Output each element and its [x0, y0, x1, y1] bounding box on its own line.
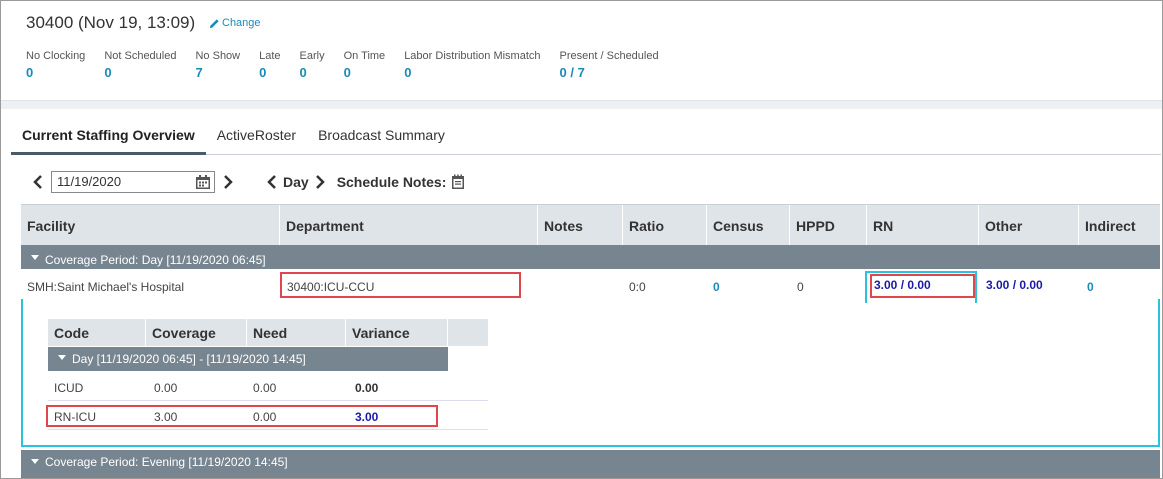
date-input[interactable]: 11/19/2020: [51, 171, 215, 193]
col-facility[interactable]: Facility: [21, 205, 280, 245]
collapse-triangle-icon[interactable]: [31, 255, 39, 260]
department-highlight: [280, 272, 521, 298]
page-title: 30400 (Nov 19, 13:09): [26, 13, 196, 32]
stats-bar: No Clocking 0 Not Scheduled 0 No Show 7 …: [26, 50, 678, 80]
rn-icu-highlight: [46, 405, 438, 427]
indirect-cell[interactable]: 0: [1087, 280, 1094, 294]
tab-broadcast-summary[interactable]: Broadcast Summary: [307, 119, 456, 155]
other-cell[interactable]: 3.00 / 0.00: [986, 278, 1043, 292]
col-notes[interactable]: Notes: [538, 205, 623, 245]
rn-highlight: [870, 274, 975, 298]
header: 30400 (Nov 19, 13:09) Change No Clocking…: [1, 1, 1162, 101]
stat-on-time[interactable]: On Time 0: [344, 50, 386, 80]
date-toolbar: 11/19/2020 Day Schedule Notes:: [31, 169, 466, 195]
stat-present-scheduled[interactable]: Present / Scheduled 0 / 7: [560, 50, 659, 80]
coverage-period-evening[interactable]: Coverage Period: Evening [11/19/2020 14:…: [21, 450, 1160, 478]
tab-bar: Current Staffing Overview ActiveRoster B…: [11, 119, 1161, 155]
schedule-notes[interactable]: Schedule Notes:: [337, 174, 467, 190]
col-coverage[interactable]: Coverage: [146, 319, 247, 346]
hppd-cell: 0: [797, 280, 804, 294]
staffing-grid-header: Facility Department Notes Ratio Census H…: [21, 204, 1160, 245]
col-variance[interactable]: Variance: [346, 319, 448, 346]
col-hppd[interactable]: HPPD: [790, 205, 867, 245]
change-label: Change: [222, 17, 261, 29]
period-label: Day: [283, 174, 309, 190]
next-period-button[interactable]: [313, 172, 327, 192]
col-census[interactable]: Census: [707, 205, 790, 245]
prev-period-button[interactable]: [265, 172, 279, 192]
col-other[interactable]: Other: [979, 205, 1079, 245]
col-ratio[interactable]: Ratio: [623, 205, 707, 245]
col-department[interactable]: Department: [280, 205, 538, 245]
detail-period-day[interactable]: Day [11/19/2020 06:45] - [11/19/2020 14:…: [48, 347, 448, 371]
date-value: 11/19/2020: [57, 174, 122, 189]
col-code[interactable]: Code: [48, 319, 146, 346]
coverage-period-day[interactable]: Coverage Period: Day [11/19/2020 06:45]: [21, 245, 1160, 269]
col-blank: [448, 319, 488, 346]
col-need[interactable]: Need: [247, 319, 346, 346]
change-link[interactable]: Change: [209, 17, 261, 29]
section-divider: [1, 101, 1162, 109]
stat-no-show[interactable]: No Show 7: [195, 50, 240, 80]
chevron-left-icon: [33, 175, 42, 189]
next-date-button[interactable]: [221, 172, 235, 192]
col-indirect[interactable]: Indirect: [1079, 205, 1160, 245]
notes-icon[interactable]: [450, 174, 466, 190]
stat-not-scheduled[interactable]: Not Scheduled 0: [104, 50, 176, 80]
tab-current-staffing-overview[interactable]: Current Staffing Overview: [11, 119, 206, 155]
stat-labor-mismatch[interactable]: Labor Distribution Mismatch 0: [404, 50, 540, 80]
chevron-right-icon: [315, 175, 325, 189]
calendar-icon[interactable]: [195, 174, 211, 190]
stat-no-clocking[interactable]: No Clocking 0: [26, 50, 85, 80]
chevron-right-icon: [224, 175, 233, 189]
collapse-triangle-icon[interactable]: [58, 354, 66, 360]
stat-late[interactable]: Late 0: [259, 50, 280, 80]
pencil-icon: [209, 18, 219, 28]
coverage-detail-header: Code Coverage Need Variance: [48, 319, 488, 346]
table-row: SMH:Saint Michael's Hospital 30400:ICU-C…: [21, 269, 1160, 303]
stat-early[interactable]: Early 0: [300, 50, 325, 80]
panel-joint: [867, 299, 975, 302]
ratio-cell: 0:0: [629, 280, 646, 294]
col-rn[interactable]: RN: [867, 205, 979, 245]
tab-active-roster[interactable]: ActiveRoster: [206, 119, 307, 155]
window-frame: 30400 (Nov 19, 13:09) Change No Clocking…: [0, 0, 1163, 479]
chevron-left-icon: [267, 175, 276, 189]
collapse-triangle-icon[interactable]: [31, 459, 39, 464]
list-item: ICUD 0.00 0.00 0.00: [48, 373, 488, 401]
prev-date-button[interactable]: [31, 172, 45, 192]
census-cell[interactable]: 0: [713, 280, 720, 294]
facility-cell: SMH:Saint Michael's Hospital: [27, 280, 185, 294]
